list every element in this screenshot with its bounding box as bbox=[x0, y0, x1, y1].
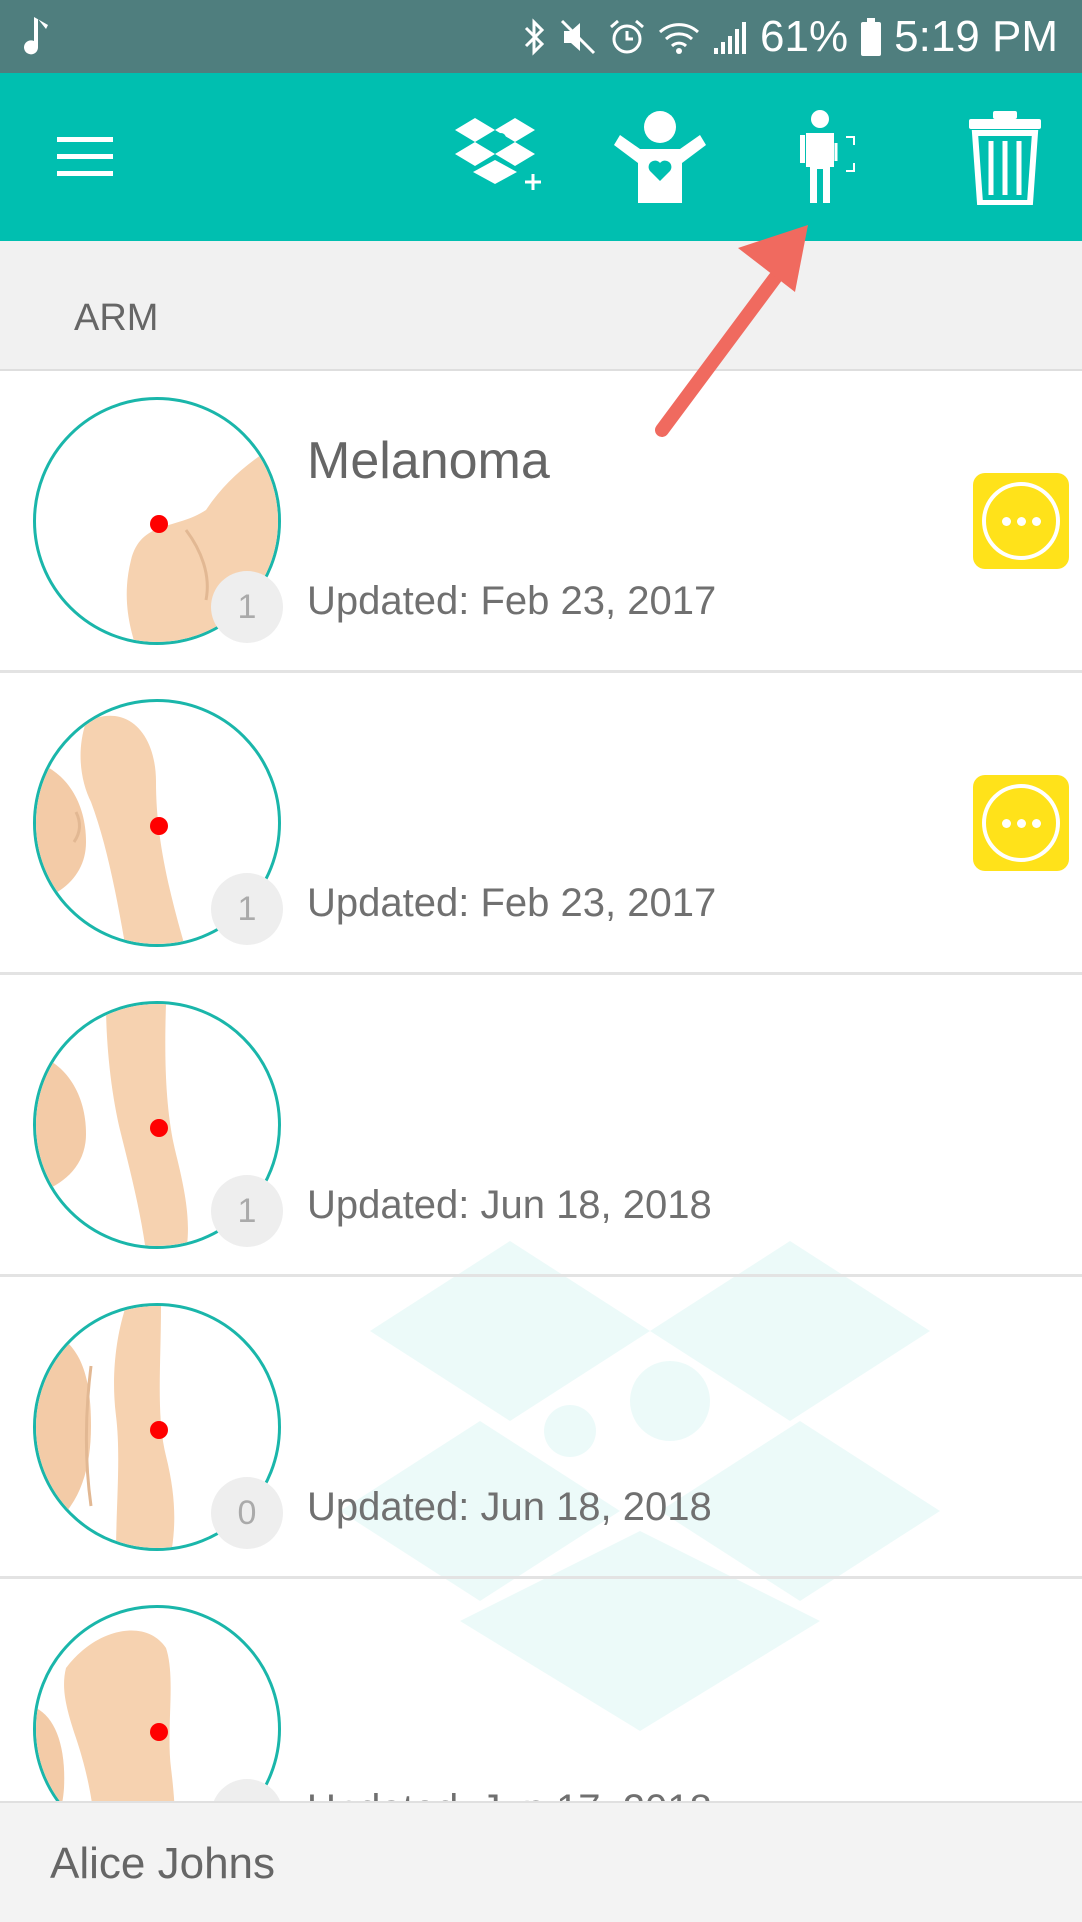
lesion-thumbnail bbox=[33, 1605, 281, 1801]
battery-percent: 61% bbox=[760, 11, 849, 61]
alarm-icon bbox=[608, 18, 646, 56]
updated-date: Updated: Jun 17, 2018 bbox=[307, 1787, 712, 1801]
photo-count-badge: 1 bbox=[211, 1175, 283, 1247]
hamburger-menu-icon bbox=[57, 137, 113, 176]
dropbox-add-button[interactable] bbox=[440, 73, 550, 241]
app-toolbar bbox=[0, 73, 1082, 241]
photo-count-badge: 1 bbox=[211, 873, 283, 945]
lesion-list[interactable]: 1 Melanoma Updated: Feb 23, 2017 1 Updat… bbox=[0, 371, 1082, 1801]
body-map-icon bbox=[800, 110, 855, 203]
more-dots-icon bbox=[982, 482, 1060, 560]
delete-button[interactable] bbox=[955, 73, 1055, 241]
dropbox-add-icon bbox=[455, 118, 541, 190]
lesion-marker bbox=[150, 1723, 168, 1741]
more-dots-icon bbox=[982, 784, 1060, 862]
trash-icon bbox=[969, 111, 1041, 205]
list-item[interactable]: 1 Updated: Feb 23, 2017 bbox=[0, 673, 1082, 975]
clock: 5:19 PM bbox=[894, 11, 1058, 61]
menu-button[interactable] bbox=[40, 73, 130, 241]
lesion-title: Melanoma bbox=[307, 432, 550, 490]
updated-date: Updated: Jun 18, 2018 bbox=[307, 1485, 712, 1529]
music-note-icon bbox=[24, 15, 60, 59]
list-item[interactable]: 1 Melanoma Updated: Feb 23, 2017 bbox=[0, 371, 1082, 673]
mute-icon bbox=[560, 19, 596, 55]
list-item[interactable]: 0 Updated: Jun 18, 2018 bbox=[0, 1277, 1082, 1579]
wifi-icon bbox=[658, 20, 700, 54]
more-options-button[interactable] bbox=[973, 775, 1069, 871]
updated-date: Updated: Feb 23, 2017 bbox=[307, 881, 717, 925]
patient-heart-icon bbox=[614, 111, 706, 203]
more-options-button[interactable] bbox=[973, 473, 1069, 569]
section-title: ARM bbox=[74, 297, 159, 339]
patient-button[interactable] bbox=[600, 73, 720, 241]
section-header: ARM bbox=[0, 241, 1082, 371]
bluetooth-icon bbox=[522, 17, 548, 57]
photo-count-badge: 0 bbox=[211, 1477, 283, 1549]
list-item[interactable]: 1 Updated: Jun 18, 2018 bbox=[0, 975, 1082, 1277]
lesion-marker bbox=[150, 817, 168, 835]
updated-date: Updated: Feb 23, 2017 bbox=[307, 579, 717, 623]
photo-count-badge: 1 bbox=[211, 571, 283, 643]
patient-footer[interactable]: Alice Johns bbox=[0, 1801, 1082, 1922]
patient-name: Alice Johns bbox=[50, 1839, 276, 1888]
lesion-marker bbox=[150, 515, 168, 533]
battery-icon bbox=[860, 17, 882, 56]
lesion-marker bbox=[150, 1421, 168, 1439]
list-item[interactable]: 1 Updated: Jun 17, 2018 bbox=[0, 1579, 1082, 1801]
status-bar: 61% 5:19 PM bbox=[0, 0, 1082, 73]
lesion-marker bbox=[150, 1119, 168, 1137]
updated-date: Updated: Jun 18, 2018 bbox=[307, 1183, 712, 1227]
body-map-button[interactable] bbox=[775, 73, 885, 241]
signal-icon bbox=[712, 20, 748, 54]
